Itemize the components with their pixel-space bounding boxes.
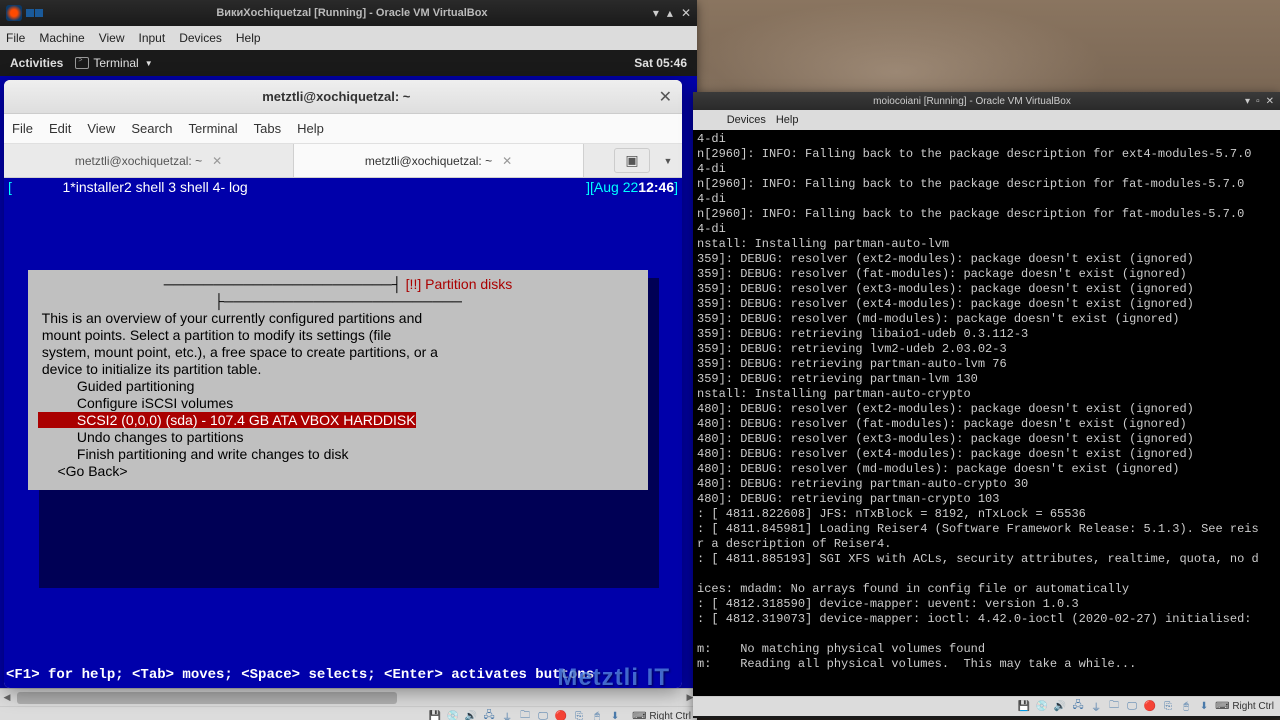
usb-icon[interactable]: ⏚ <box>1089 700 1103 714</box>
vm2-statusbar: 💾 💿 🔊 🖧 ⏚ 🗀 🖵 🔴 ⎘ 🖰 ⬇ ⌨ Right Ctrl <box>693 696 1280 716</box>
tmenu-view[interactable]: View <box>87 121 115 136</box>
opt-undo[interactable]: Undo changes to partitions <box>38 429 638 446</box>
minimize-icon[interactable]: ▾ <box>653 6 659 20</box>
terminal-window: metztli@xochiquetzal: ~ ✕ File Edit View… <box>4 80 682 688</box>
maximize-icon[interactable]: ▴ <box>667 6 673 20</box>
watermark: Metztli IT <box>557 669 670 686</box>
maximize-icon[interactable]: ▫ <box>1256 96 1260 107</box>
activities-button[interactable]: Activities <box>10 56 63 70</box>
tmenu-edit[interactable]: Edit <box>49 121 71 136</box>
terminal-tab-2[interactable]: metztli@xochiquetzal: ~ ✕ <box>294 144 584 177</box>
hdd-icon[interactable]: 💾 <box>1017 700 1031 714</box>
virtualbox-icon <box>6 5 22 21</box>
vm2-menubar: File Devices Help <box>693 110 1280 130</box>
terminal-tab-1[interactable]: metztli@xochiquetzal: ~ ✕ <box>4 144 294 177</box>
terminal-menubar: File Edit View Search Terminal Tabs Help <box>4 114 682 144</box>
vm1-statusbar: 💾 💿 🔊 🖧 ⏚ 🗀 🖵 🔴 ⎘ 🖰 ⬇ ⌨ Right Ctrl <box>0 706 697 720</box>
scroll-left-icon[interactable]: ◀ <box>0 692 14 703</box>
dialog-title: ───────────────────────┤ [!!] Partition … <box>38 276 638 310</box>
cpu-icon[interactable]: ⎘ <box>572 710 586 720</box>
keyboard-icon[interactable]: ⬇ <box>608 710 622 720</box>
minimize-icon[interactable]: ▾ <box>1245 96 1250 107</box>
display-icon[interactable]: 🖵 <box>1125 700 1139 714</box>
terminal-title: metztli@xochiquetzal: ~ <box>14 89 659 104</box>
recording-icon[interactable]: 🔴 <box>554 710 568 720</box>
opt-guided[interactable]: Guided partitioning <box>38 378 638 395</box>
menu-file[interactable]: File <box>6 31 25 45</box>
network-icon[interactable]: 🖧 <box>482 710 496 720</box>
usb-icon[interactable]: ⏚ <box>500 710 514 720</box>
recording-icon[interactable]: 🔴 <box>1143 700 1157 714</box>
tmenu-search[interactable]: Search <box>131 121 172 136</box>
network-icon[interactable]: 🖧 <box>1071 700 1085 714</box>
menu-machine[interactable]: Machine <box>39 31 84 45</box>
partition-dialog[interactable]: ───────────────────────┤ [!!] Partition … <box>28 270 648 490</box>
vm2-window: moiocoiani [Running] - Oracle VM Virtual… <box>693 92 1280 718</box>
hostkey-label[interactable]: ⌨ Right Ctrl <box>632 711 691 720</box>
close-icon[interactable]: ✕ <box>1266 96 1274 107</box>
installer-help-line: <F1> for help; <Tab> moves; <Space> sele… <box>6 667 594 684</box>
hostkey-label[interactable]: ⌨ Right Ctrl <box>1215 701 1274 712</box>
guest-display: metztli@xochiquetzal: ~ ✕ File Edit View… <box>0 76 697 688</box>
tmux-statusbar: [ 1*installer 2 shell 3 shell 4- log ][ … <box>4 178 682 196</box>
guest-hscrollbar[interactable]: ◀ ▶ <box>0 688 697 706</box>
go-back-button[interactable]: <Go Back> <box>38 463 638 480</box>
menu-devices[interactable]: Devices <box>179 31 222 45</box>
tab-menu-button[interactable]: ▼ <box>654 144 682 177</box>
clock[interactable]: Sat 05:46 <box>634 56 687 70</box>
terminal-tabs: metztli@xochiquetzal: ~ ✕ metztli@xochiq… <box>4 144 682 178</box>
scrollbar-thumb[interactable] <box>17 692 397 704</box>
vm-preview-icon <box>26 9 43 17</box>
terminal-titlebar[interactable]: metztli@xochiquetzal: ~ ✕ <box>4 80 682 114</box>
close-icon[interactable]: ✕ <box>659 87 672 107</box>
optical-icon[interactable]: 💿 <box>446 710 460 720</box>
display-icon[interactable]: 🖵 <box>536 710 550 720</box>
tab-close-icon[interactable]: ✕ <box>502 154 512 168</box>
new-tab-button[interactable]: ▣ <box>614 148 650 173</box>
vm1-titlebar[interactable]: ВикиXochiquetzal [Running] - Oracle VM V… <box>0 0 697 26</box>
cpu-icon[interactable]: ⎘ <box>1161 700 1175 714</box>
vm2-titlebar[interactable]: moiocoiani [Running] - Oracle VM Virtual… <box>693 92 1280 110</box>
chevron-down-icon: ▼ <box>145 59 153 68</box>
active-app-indicator[interactable]: Terminal ▼ <box>75 56 152 70</box>
vm2-title-text: moiocoiani [Running] - Oracle VM Virtual… <box>699 96 1245 107</box>
opt-disk-selected[interactable]: SCSI2 (0,0,0) (sda) - 107.4 GB ATA VBOX … <box>38 412 638 429</box>
shared-folders-icon[interactable]: 🗀 <box>518 710 532 720</box>
tmenu-help[interactable]: Help <box>297 121 324 136</box>
menu-input[interactable]: Input <box>139 31 166 45</box>
menu-devices[interactable]: Devices <box>727 114 766 126</box>
mouse-icon[interactable]: 🖰 <box>1179 700 1193 714</box>
vm2-console[interactable]: 4-di n[2960]: INFO: Falling back to the … <box>693 130 1280 696</box>
terminal-content[interactable]: [ 1*installer 2 shell 3 shell 4- log ][ … <box>4 178 682 688</box>
vm1-menubar: File Machine View Input Devices Help <box>0 26 697 50</box>
menu-help[interactable]: Help <box>236 31 261 45</box>
optical-icon[interactable]: 💿 <box>1035 700 1049 714</box>
tmenu-tabs[interactable]: Tabs <box>254 121 281 136</box>
menu-help[interactable]: Help <box>776 114 799 126</box>
tmenu-terminal[interactable]: Terminal <box>189 121 238 136</box>
menu-view[interactable]: View <box>99 31 125 45</box>
gnome-topbar: Activities Terminal ▼ Sat 05:46 <box>0 50 697 76</box>
opt-iscsi[interactable]: Configure iSCSI volumes <box>38 395 638 412</box>
mouse-icon[interactable]: 🖰 <box>590 710 604 720</box>
vm1-window: ВикиXochiquetzal [Running] - Oracle VM V… <box>0 0 697 718</box>
terminal-icon <box>75 57 89 69</box>
hdd-icon[interactable]: 💾 <box>428 710 442 720</box>
shared-folders-icon[interactable]: 🗀 <box>1107 700 1121 714</box>
keyboard-icon[interactable]: ⬇ <box>1197 700 1211 714</box>
close-icon[interactable]: ✕ <box>681 6 691 20</box>
opt-finish[interactable]: Finish partitioning and write changes to… <box>38 446 638 463</box>
tab-close-icon[interactable]: ✕ <box>212 154 222 168</box>
tmenu-file[interactable]: File <box>12 121 33 136</box>
audio-icon[interactable]: 🔊 <box>1053 700 1067 714</box>
audio-icon[interactable]: 🔊 <box>464 710 478 720</box>
vm1-title-text: ВикиXochiquetzal [Running] - Oracle VM V… <box>51 7 653 19</box>
